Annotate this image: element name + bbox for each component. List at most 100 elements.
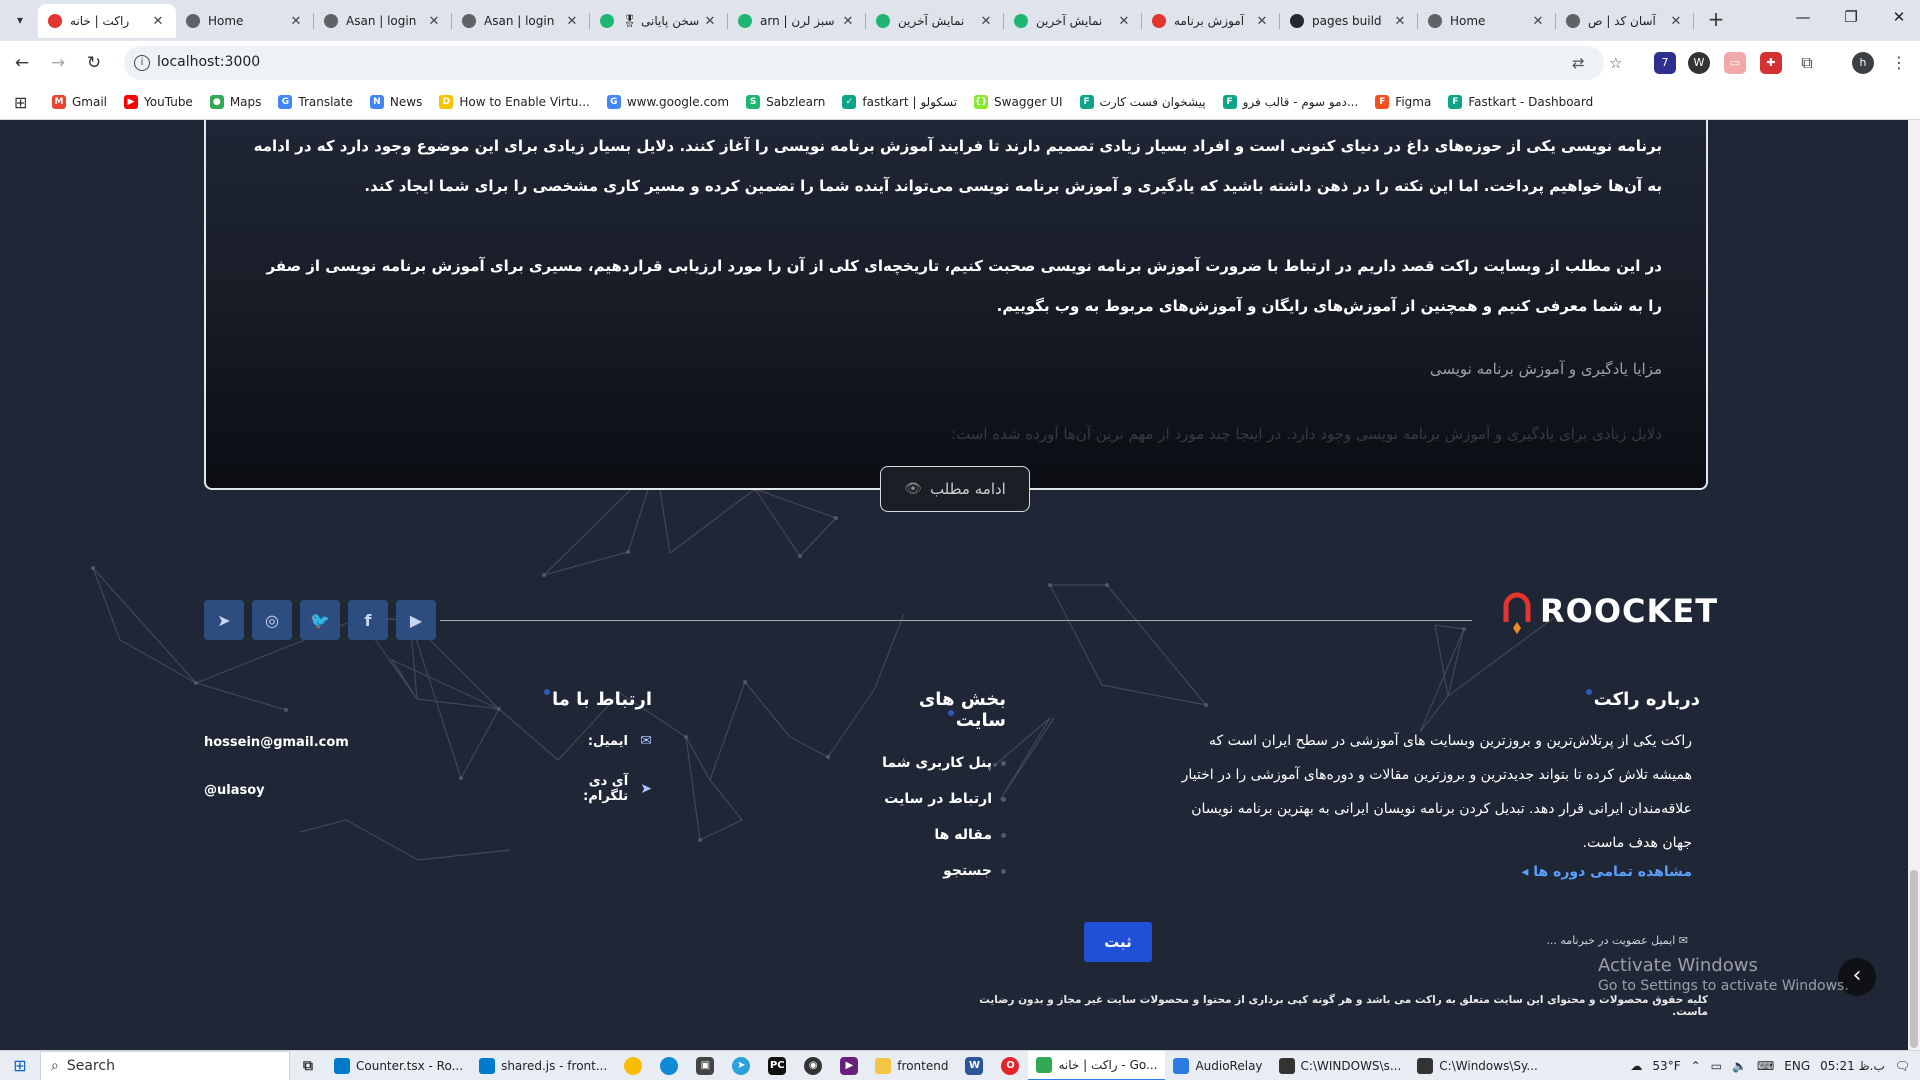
taskbar-app-button[interactable]: frontend — [867, 1051, 956, 1080]
taskbar-app-button[interactable]: AudioRelay — [1165, 1051, 1270, 1080]
extension-icon[interactable]: W — [1688, 52, 1710, 74]
taskbar-app-button[interactable]: C:\Windows\Sy... — [1409, 1051, 1546, 1080]
browser-tab[interactable]: آموزش برنامه ✕ — [1142, 4, 1280, 38]
profile-avatar-icon[interactable]: h — [1852, 52, 1874, 74]
volume-icon[interactable]: 🔈 — [1732, 1059, 1747, 1073]
back-icon[interactable]: ← — [10, 51, 34, 75]
close-tab-icon[interactable]: ✕ — [1116, 14, 1132, 29]
github-desktop-icon[interactable]: ◉ — [795, 1051, 831, 1080]
translate-page-icon[interactable]: ⇄ — [1572, 54, 1585, 72]
browser-tab[interactable]: Asan | login ✕ — [452, 4, 590, 38]
pycharm-icon[interactable]: PC — [759, 1051, 795, 1080]
close-tab-icon[interactable]: ✕ — [1392, 14, 1408, 29]
close-window-icon[interactable]: ✕ — [1884, 8, 1914, 32]
extension-icon[interactable]: 7 — [1654, 52, 1676, 74]
apps-grid-icon[interactable]: ⊞ — [14, 93, 34, 112]
bookmark-item[interactable]: F Fastkart - Dashboard — [1448, 95, 1593, 109]
browser-tab[interactable]: نمایش آخرین ✕ — [866, 4, 1004, 38]
footer-link-contact[interactable]: ارتباط در سایت — [866, 781, 1006, 817]
close-tab-icon[interactable]: ✕ — [426, 14, 442, 29]
taskbar-search-box[interactable]: ⌕ Search — [40, 1050, 290, 1080]
browser-tab[interactable]: Home ✕ — [1418, 4, 1556, 38]
bookmark-item[interactable]: F پیشخوان فست کارت — [1079, 95, 1206, 109]
close-tab-icon[interactable]: ✕ — [288, 14, 304, 29]
subscribe-button[interactable]: ثبت — [1084, 922, 1152, 962]
bookmark-star-icon[interactable]: ☆ — [1609, 54, 1622, 72]
store-icon[interactable]: ▣ — [687, 1051, 723, 1080]
taskbar-app-button[interactable]: Counter.tsx - Ro... — [326, 1051, 471, 1080]
reload-icon[interactable]: ↻ — [82, 51, 106, 75]
keyboard-icon[interactable]: ⌨ — [1757, 1059, 1774, 1073]
footer-link-user-panel[interactable]: پنل کاربری شما — [866, 745, 1006, 781]
browser-tab[interactable]: Home ✕ — [176, 4, 314, 38]
address-bar[interactable]: i localhost:3000 ⇄ ☆ — [124, 46, 1622, 80]
language-indicator[interactable]: ENG — [1784, 1059, 1810, 1073]
task-view-icon[interactable]: ⧉ — [290, 1051, 326, 1080]
new-tab-button[interactable]: + — [1704, 8, 1728, 32]
extension-icon[interactable]: ✚ — [1760, 52, 1782, 74]
contact-telegram-value[interactable]: @ulasoy — [204, 783, 265, 798]
taskbar-app-button[interactable]: C:\WINDOWS\s... — [1271, 1051, 1410, 1080]
bookmark-item[interactable]: Gwww.google.com — [606, 95, 729, 109]
bookmark-item[interactable]: ▶ YouTube — [124, 95, 193, 109]
browser-tab[interactable]: Asan | login ✕ — [314, 4, 452, 38]
forward-icon[interactable]: → — [46, 51, 70, 75]
close-tab-icon[interactable]: ✕ — [840, 14, 856, 29]
read-more-button[interactable]: ادامه مطلب 👁 — [880, 466, 1030, 512]
restore-icon[interactable]: ❐ — [1836, 8, 1866, 32]
bookmark-item[interactable]: N News — [369, 95, 422, 109]
browser-tab[interactable]: pages build ✕ — [1280, 4, 1418, 38]
bookmark-item[interactable]: {} Swagger UI — [974, 95, 1063, 109]
windows-start-icon[interactable]: ⊞ — [0, 1056, 40, 1075]
roocket-logo[interactable]: ROOCKET — [1502, 592, 1718, 634]
edge-icon[interactable] — [651, 1051, 687, 1080]
browser-tab[interactable]: راکت | خانه ✕ — [38, 4, 176, 38]
bookmark-item[interactable]: S Sabzlearn — [746, 95, 825, 109]
taskbar-app-button[interactable]: راکت | خانه - Go... — [1028, 1050, 1166, 1080]
close-tab-icon[interactable]: ✕ — [702, 14, 718, 29]
close-tab-icon[interactable]: ✕ — [978, 14, 994, 29]
contact-email-value[interactable]: hossein@gmail.com — [204, 735, 349, 750]
browser-tab[interactable]: آسان کد | ص ✕ — [1556, 4, 1694, 38]
bookmark-item[interactable]: F Figma — [1375, 95, 1431, 109]
page-scrollbar[interactable] — [1908, 120, 1920, 1050]
clock[interactable]: 05:21 ب.ظ — [1820, 1059, 1885, 1073]
close-tab-icon[interactable]: ✕ — [150, 14, 166, 29]
word-icon[interactable]: W — [956, 1051, 992, 1080]
close-tab-icon[interactable]: ✕ — [564, 14, 580, 29]
weather-temp[interactable]: 53°F — [1652, 1059, 1680, 1073]
bookmark-item[interactable]: F دمو سوم - قالب فرو... — [1222, 95, 1358, 109]
browser-tab[interactable]: نمایش آخرین ✕ — [1004, 4, 1142, 38]
extensions-puzzle-icon[interactable]: ⧉ — [1796, 52, 1818, 74]
footer-link-articles[interactable]: مقاله ها — [866, 817, 1006, 853]
close-tab-icon[interactable]: ✕ — [1254, 14, 1270, 29]
minimize-icon[interactable]: — — [1788, 8, 1818, 32]
network-icon[interactable]: ▭ — [1711, 1059, 1722, 1073]
opera-icon[interactable]: O — [992, 1051, 1028, 1080]
bookmark-item[interactable]: G Translate — [278, 95, 353, 109]
extension-icon[interactable]: ▭ — [1724, 52, 1746, 74]
youtube-icon[interactable]: ▶ — [396, 600, 436, 640]
browser-tab[interactable]: سخن پایانی 🎖 ✕ — [590, 4, 728, 38]
tab-search-icon[interactable]: ▾ — [8, 8, 32, 32]
menu-kebab-icon[interactable]: ⋮ — [1888, 52, 1910, 74]
bookmark-item[interactable]: D How to Enable Virtu... — [439, 95, 590, 109]
browser-tab[interactable]: سبز لرن | arn ✕ — [728, 4, 866, 38]
facebook-icon[interactable]: f — [348, 600, 388, 640]
telegram-icon[interactable]: ➤ — [204, 600, 244, 640]
close-tab-icon[interactable]: ✕ — [1530, 14, 1546, 29]
bookmark-item[interactable]: M Gmail — [52, 95, 107, 109]
chrome-icon[interactable] — [615, 1051, 651, 1080]
visual-studio-icon[interactable]: ▶ — [831, 1051, 867, 1080]
taskbar-app-button[interactable]: shared.js - front... — [471, 1051, 615, 1080]
twitter-icon[interactable]: 🐦 — [300, 600, 340, 640]
site-info-icon[interactable]: i — [134, 55, 150, 71]
notifications-icon[interactable]: 🗨 — [1895, 1059, 1910, 1073]
telegram-desktop-icon[interactable]: ➤ — [723, 1051, 759, 1080]
footer-link-search[interactable]: جستجو — [866, 853, 1006, 889]
instagram-icon[interactable]: ◎ — [252, 600, 292, 640]
tray-chevron-icon[interactable]: ⌃ — [1691, 1059, 1701, 1073]
url-text[interactable]: localhost:3000 — [157, 54, 260, 70]
bookmark-item[interactable]: ✓ fastkart | تسکولو — [842, 95, 957, 109]
close-tab-icon[interactable]: ✕ — [1668, 14, 1684, 29]
